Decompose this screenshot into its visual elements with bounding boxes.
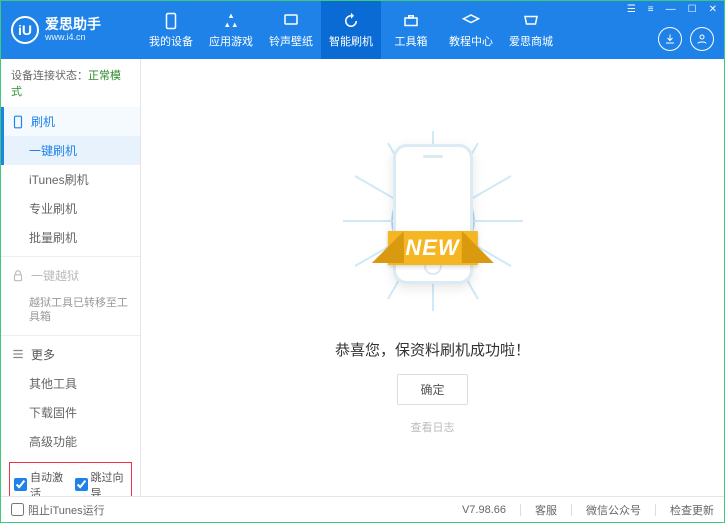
sidebar-item-other-tools[interactable]: 其他工具 [1,369,140,398]
sidebar-item-batch-flash[interactable]: 批量刷机 [1,223,140,252]
footer: 阻止iTunes运行 V7.98.66 客服 微信公众号 检查更新 [1,496,724,522]
customer-service-link[interactable]: 客服 [535,502,557,518]
nav-store[interactable]: 爱思商城 [501,1,561,59]
logo-area: iU 爱思助手 www.i4.cn [1,16,141,44]
sidebar: 设备连接状态：正常模式 刷机 一键刷机 iTunes刷机 专业刷机 批量刷机 一… [1,59,141,496]
jailbreak-note: 越狱工具已转移至工具箱 [1,290,140,331]
pin-icon[interactable]: ≡ [645,3,657,16]
divider [1,335,140,336]
refresh-icon [342,12,360,30]
sidebar-item-itunes-flash[interactable]: iTunes刷机 [1,165,140,194]
nav-label: 智能刷机 [329,33,373,49]
nav-ringtone-wallpaper[interactable]: 铃声壁纸 [261,1,321,59]
nav-toolbox[interactable]: 工具箱 [381,1,441,59]
nav-apps-games[interactable]: 应用游戏 [201,1,261,59]
nav-label: 我的设备 [149,33,193,49]
cart-icon [522,12,540,30]
ok-button[interactable]: 确定 [397,374,467,405]
toolbox-icon [402,12,420,30]
auto-activate-checkbox[interactable]: 自动激活 [14,469,67,496]
maximize-icon[interactable]: ☐ [685,3,700,16]
status-label: 设备连接状态： [11,70,88,82]
check-update-link[interactable]: 检查更新 [670,502,714,518]
graduation-icon [462,12,480,30]
view-log-link[interactable]: 查看日志 [411,419,455,435]
divider [1,256,140,257]
app-title: 爱思助手 [45,17,101,32]
nav-label: 铃声壁纸 [269,33,313,49]
sidebar-item-oneclick-flash[interactable]: 一键刷机 [1,136,140,165]
sidebar-item-advanced[interactable]: 高级功能 [1,427,140,456]
version-label: V7.98.66 [462,504,506,516]
media-icon [282,12,300,30]
phone-icon [162,12,180,30]
section-label: 刷机 [31,113,55,130]
success-message: 恭喜您，保资料刷机成功啦！ [335,339,530,360]
skip-guide-checkbox[interactable]: 跳过向导 [75,469,128,496]
section-label: 更多 [31,346,55,363]
sidebar-section-jailbreak[interactable]: 一键越狱 [1,261,140,290]
connection-status: 设备连接状态：正常模式 [1,59,140,107]
main-content: NEW 恭喜您，保资料刷机成功啦！ 确定 查看日志 [141,59,724,496]
sidebar-section-flash[interactable]: 刷机 [1,107,140,136]
flash-icon [11,115,25,129]
download-icon[interactable] [658,27,682,51]
minimize-icon[interactable]: — [663,3,679,16]
nav-label: 爱思商城 [509,33,553,49]
nav-label: 教程中心 [449,33,493,49]
wechat-link[interactable]: 微信公众号 [586,502,641,518]
nav-my-device[interactable]: 我的设备 [141,1,201,59]
nav-label: 应用游戏 [209,33,253,49]
nav-smart-flash[interactable]: 智能刷机 [321,1,381,59]
lock-icon [11,269,25,283]
app-subtitle: www.i4.cn [45,33,101,43]
sidebar-item-pro-flash[interactable]: 专业刷机 [1,194,140,223]
nav-label: 工具箱 [395,33,428,49]
block-itunes-checkbox[interactable]: 阻止iTunes运行 [11,502,105,518]
close-icon[interactable]: ✕ [706,3,720,16]
menu-icon[interactable]: ☰ [624,3,639,16]
success-illustration: NEW [348,121,518,321]
user-icon[interactable] [690,27,714,51]
options-highlight-box: 自动激活 跳过向导 [9,462,132,496]
window-controls: ☰ ≡ — ☐ ✕ [624,3,720,16]
sidebar-item-download-firmware[interactable]: 下载固件 [1,398,140,427]
titlebar: iU 爱思助手 www.i4.cn 我的设备 应用游戏 铃声壁纸 智能刷机 [1,1,724,59]
logo-icon: iU [11,16,39,44]
sidebar-section-more[interactable]: 更多 [1,340,140,369]
nav-tutorials[interactable]: 教程中心 [441,1,501,59]
more-icon [11,347,25,361]
apps-icon [222,12,240,30]
new-banner: NEW [387,231,477,265]
user-icons [658,27,714,51]
section-label: 一键越狱 [31,267,79,284]
